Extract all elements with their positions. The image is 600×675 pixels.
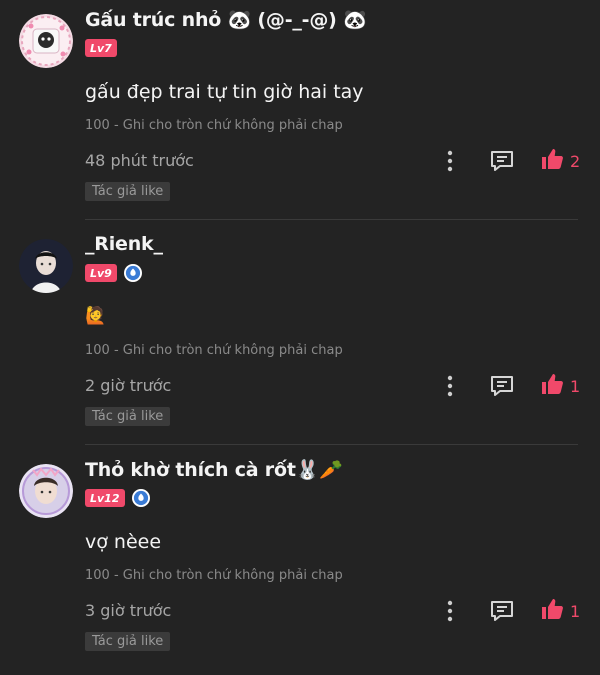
chapter-label: 100 - Ghi cho tròn chứ không phải chap: [85, 568, 343, 583]
vertical-dots-icon[interactable]: [440, 600, 460, 622]
reply-icon[interactable]: [490, 375, 514, 397]
author-like-badge: Tác giả like: [85, 407, 171, 426]
thumbs-up-icon: [540, 372, 564, 400]
like-button[interactable]: 1: [540, 374, 580, 398]
like-count: 1: [570, 601, 581, 621]
username[interactable]: Thỏ khờ thích cà rốt🐰🥕: [85, 458, 343, 481]
badges: Lv12: [85, 488, 150, 508]
avatar[interactable]: [19, 14, 73, 68]
reply-icon[interactable]: [490, 600, 514, 622]
comment-item: Gấu trúc nhỏ 🐼 (@-_-@) 🐼 Lv7 gấu đẹp tra…: [0, 0, 600, 225]
username[interactable]: _Rienk_: [85, 233, 163, 255]
reply-icon[interactable]: [490, 150, 514, 172]
vertical-dots-icon[interactable]: [440, 375, 460, 397]
comment-item: Thỏ khờ thích cà rốt🐰🥕 Lv12 vợ nèee 100 …: [0, 450, 600, 675]
divider: [85, 219, 578, 220]
timestamp: 48 phút trước: [85, 151, 194, 170]
username[interactable]: Gấu trúc nhỏ 🐼 (@-_-@) 🐼: [85, 8, 367, 31]
vertical-dots-icon[interactable]: [440, 150, 460, 172]
thumbs-up-icon: [540, 597, 564, 625]
like-count: 1: [570, 376, 581, 396]
like-button[interactable]: 1: [540, 599, 580, 623]
verified-badge-icon: [131, 489, 150, 507]
comment-text: vợ nèee: [85, 531, 162, 553]
comment-item: _Rienk_ Lv9 🙋 100 - Ghi cho tròn chứ khô…: [0, 225, 600, 450]
thumbs-up-icon: [540, 147, 564, 175]
avatar[interactable]: [19, 464, 73, 518]
author-like-badge: Tác giả like: [85, 632, 171, 651]
timestamp: 3 giờ trước: [85, 601, 172, 620]
avatar[interactable]: [19, 239, 73, 293]
like-button[interactable]: 2: [540, 149, 580, 173]
comment-text: gấu đẹp trai tự tin giờ hai tay: [85, 81, 364, 103]
comment-text: 🙋: [85, 306, 107, 326]
level-badge: Lv9: [85, 264, 117, 282]
author-like-badge: Tác giả like: [85, 182, 171, 201]
chapter-label: 100 - Ghi cho tròn chứ không phải chap: [85, 118, 343, 133]
badges: Lv9: [85, 263, 142, 283]
timestamp: 2 giờ trước: [85, 376, 172, 395]
level-badge: Lv12: [85, 489, 125, 507]
chapter-label: 100 - Ghi cho tròn chứ không phải chap: [85, 343, 343, 358]
divider: [85, 444, 578, 445]
level-badge: Lv7: [85, 39, 117, 57]
badges: Lv7: [85, 38, 117, 58]
verified-badge-icon: [123, 264, 142, 282]
like-count: 2: [570, 151, 581, 171]
